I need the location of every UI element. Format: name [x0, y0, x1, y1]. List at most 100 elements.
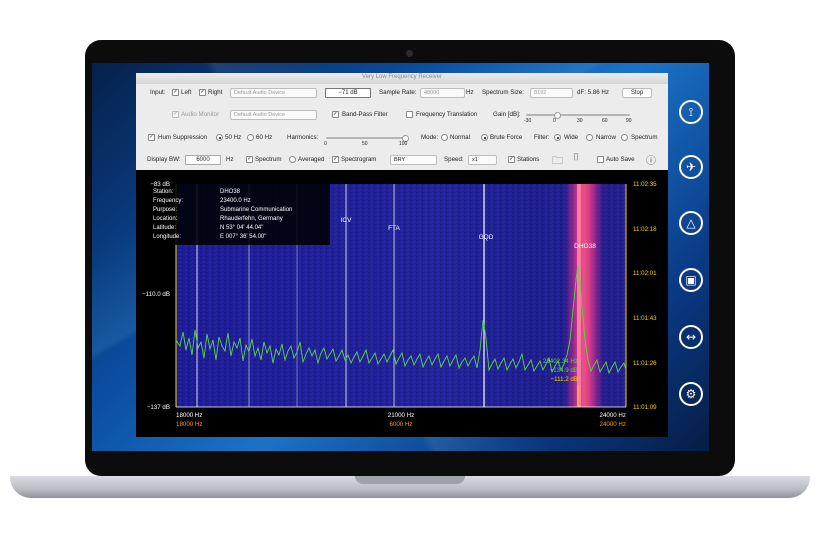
x-sublabel-right: 24000 Hz: [600, 421, 627, 428]
gain-slider[interactable]: [526, 112, 630, 119]
info-val-5: E 007° 36' 54.00": [220, 234, 266, 240]
stations-checkbox[interactable]: ✓: [508, 156, 515, 163]
filter-label: Filter:: [534, 134, 550, 141]
y-label-mid: −110.0 dB: [142, 291, 170, 298]
controls-panel: Input: ✓ Left ✓ Right Default Audio Devi…: [136, 84, 668, 170]
app-window: Very Low Frequency Receiver Input: ✓ Lef…: [136, 73, 668, 437]
camera-dot: [406, 50, 413, 57]
window-title: Very Low Frequency Receiver: [361, 74, 443, 80]
antenna-icon[interactable]: ⟟: [679, 100, 703, 124]
averaged-radio[interactable]: [289, 156, 296, 163]
info-val-3: Rhauderfehn, Germany: [220, 216, 283, 222]
gears-icon[interactable]: ⚙: [679, 382, 703, 406]
bandpass-label: Band-Pass Filter: [342, 111, 388, 118]
filter-spectrum-radio[interactable]: [621, 134, 628, 141]
cursor-freq: 23402.34 Hz: [543, 358, 578, 365]
spectrogram-plot[interactable]: 23402.34 Hz −134.9 dB −111.2 dB ICV FTA …: [136, 170, 668, 437]
harmonics-tick-1: 50: [362, 141, 368, 147]
x-label-mid: 21000 Hz: [388, 412, 415, 419]
gain-tick-3: 60: [602, 118, 608, 124]
hum-60hz-radio[interactable]: [247, 134, 254, 141]
filter-narrow-radio[interactable]: [586, 134, 593, 141]
freq-translation-checkbox[interactable]: [406, 111, 413, 118]
station-label-dho38: DHO38: [574, 243, 596, 250]
input-label: Input:: [150, 89, 166, 96]
x-sublabel-left: 18000 Hz: [176, 421, 203, 428]
cursor-db2: −111.2 dB: [551, 376, 578, 383]
time-label-0: 11:02:35: [633, 181, 657, 188]
signal-arrows-icon[interactable]: ↔: [679, 325, 703, 349]
mode-brute-label: Brute Force: [490, 134, 523, 141]
hum-suppression-checkbox[interactable]: ✓: [148, 134, 155, 141]
autosave-checkbox[interactable]: [597, 156, 604, 163]
filter-wide-radio[interactable]: [554, 134, 561, 141]
camera-icon[interactable]: ⌷: [573, 152, 579, 163]
gain-tick-2: 30: [577, 118, 583, 124]
mode-brute-radio[interactable]: [481, 134, 488, 141]
harmonics-tick-2: 100: [399, 141, 408, 147]
info-key-5: Longitude:: [153, 234, 181, 240]
filter-narrow-label: Narrow: [596, 134, 616, 141]
hum-50hz-radio[interactable]: [216, 134, 223, 141]
station-label-fta: FTA: [388, 225, 400, 232]
gain-tick-0: -30: [524, 118, 532, 124]
cursor-db1: −134.9 dB: [550, 367, 578, 374]
mode-label: Mode:: [421, 134, 439, 141]
mode-normal-radio[interactable]: [441, 134, 448, 141]
x-label-right: 24000 Hz: [600, 412, 627, 419]
level-field[interactable]: −71 dB: [325, 88, 371, 98]
display-bw-unit: Hz: [226, 156, 234, 163]
speed-select[interactable]: x1: [468, 155, 497, 165]
spectrum-checkbox[interactable]: ✓: [246, 156, 253, 163]
spectrum-size-label: Spectrum Size:: [482, 89, 524, 96]
bandpass-checkbox[interactable]: ✓: [332, 111, 339, 118]
satellite-icon[interactable]: ✈: [679, 155, 703, 179]
hum-60hz-label: 60 Hz: [256, 134, 273, 141]
time-label-5: 11:01:09: [633, 404, 657, 411]
stop-button[interactable]: Stop: [622, 88, 652, 98]
spectrogram-label: Spectrogram: [341, 156, 377, 163]
info-icon[interactable]: ⓘ: [646, 152, 656, 167]
folder-icon[interactable]: 🗀: [552, 152, 563, 171]
right-checkbox[interactable]: ✓: [199, 89, 206, 96]
left-label: Left: [181, 89, 192, 96]
toolbox-icon[interactable]: ▣: [679, 268, 703, 292]
x-label-left: 18000 Hz: [176, 412, 203, 419]
triangle-badge-icon[interactable]: △: [679, 211, 703, 235]
display-bw-label: Display BW:: [147, 156, 181, 163]
left-checkbox[interactable]: ✓: [172, 89, 179, 96]
spectrogram-checkbox[interactable]: ✓: [332, 156, 339, 163]
spectrum-size-select[interactable]: 8192: [530, 88, 573, 98]
df-readout: dF: 5.86 Hz: [577, 89, 609, 96]
info-key-3: Location:: [153, 216, 178, 222]
input-device-select[interactable]: Default Audio Device: [230, 88, 317, 98]
filter-spectrum-label: Spectrum: [631, 134, 658, 141]
sample-rate-select[interactable]: 48000: [420, 88, 465, 98]
station-label-icv: ICV: [341, 217, 353, 224]
y-label-top: −83 dB: [150, 181, 170, 188]
time-label-2: 11:02:01: [633, 270, 657, 277]
audio-monitor-checkbox[interactable]: ✓: [172, 111, 179, 118]
filter-wide-label: Wide: [564, 134, 579, 141]
hum-50hz-label: 50 Hz: [225, 134, 242, 141]
info-val-2: Submarine Communication: [220, 207, 292, 213]
harmonics-slider[interactable]: [326, 135, 409, 142]
speed-label: Speed:: [444, 156, 464, 163]
y-label-bottom: −137 dB: [147, 404, 170, 411]
display-bw-field[interactable]: 6000: [185, 155, 221, 165]
info-key-4: Latitude:: [153, 225, 176, 231]
monitor-device-select[interactable]: Default Audio Device: [230, 110, 317, 120]
time-label-3: 11:01:43: [633, 315, 657, 322]
station-label-gqd: GQD: [479, 234, 494, 241]
info-val-4: N 53° 04' 44.04": [220, 225, 263, 231]
mode-normal-label: Normal: [450, 134, 470, 141]
harmonics-label: Harmonics:: [287, 134, 319, 141]
freq-translation-label: Frequency Translation: [416, 111, 478, 118]
colormap-select[interactable]: BRY: [390, 155, 437, 165]
x-sublabel-mid: 6000 Hz: [389, 421, 412, 428]
sample-rate-unit: Hz: [466, 89, 474, 96]
sample-rate-label: Sample Rate:: [379, 89, 417, 96]
audio-monitor-label: Audio Monitor: [181, 111, 220, 118]
info-val-1: 23400.0 Hz: [220, 198, 251, 204]
time-label-4: 11:01:26: [633, 360, 657, 367]
